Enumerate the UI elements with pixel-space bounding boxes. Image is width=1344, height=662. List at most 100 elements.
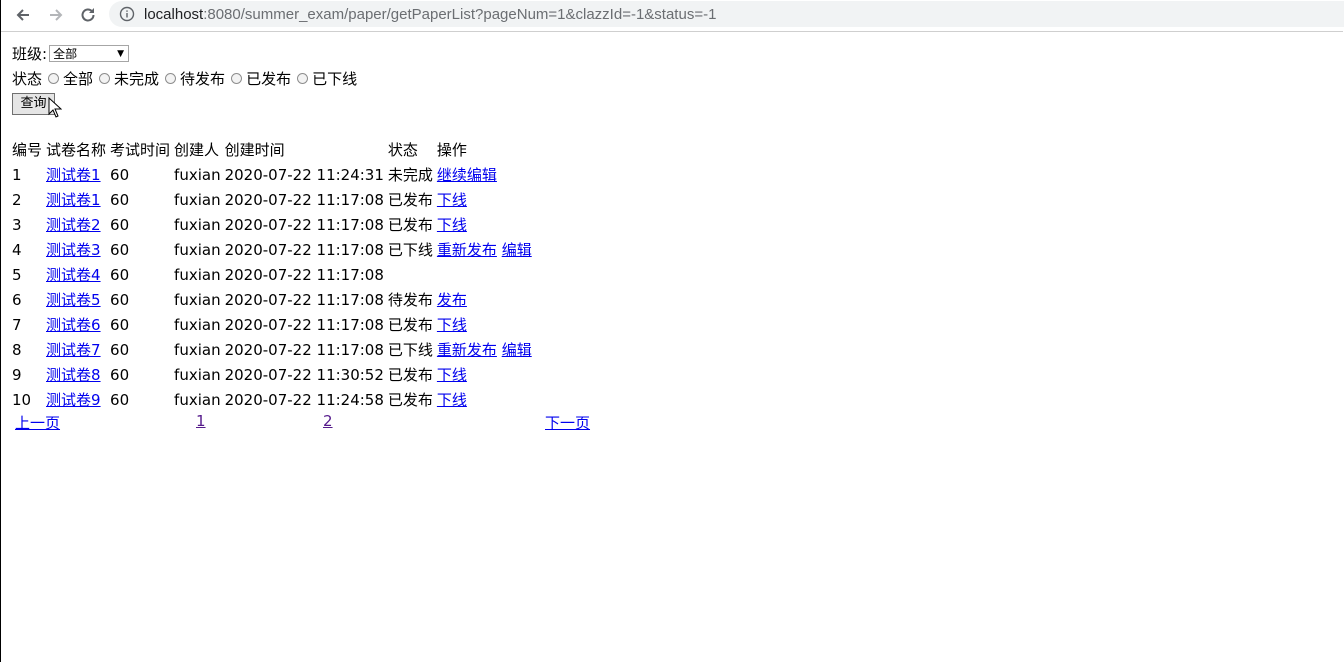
status-radio[interactable] xyxy=(165,73,177,84)
status-radio[interactable] xyxy=(231,73,243,84)
url-text[interactable]: localhost:8080/summer_exam/paper/getPape… xyxy=(144,6,716,23)
cell-name: 测试卷9 xyxy=(46,387,110,412)
cell-duration: 60 xyxy=(110,240,130,259)
cell-id: 8 xyxy=(12,340,22,359)
cell-created: 2020-07-22 11:17:08 xyxy=(224,265,384,284)
header-status: 状态 xyxy=(387,141,418,159)
url-path: :8080/summer_exam/paper/getPaperList?pag… xyxy=(203,5,717,23)
action-link[interactable]: 继续编辑 xyxy=(437,166,497,184)
cell-created: 2020-07-22 11:17:08 xyxy=(224,290,384,309)
info-icon[interactable] xyxy=(119,6,135,22)
header-created: 创建时间 xyxy=(224,141,285,159)
status-radio[interactable] xyxy=(99,73,111,84)
cell-duration: 60 xyxy=(110,390,130,409)
cell-actions: 发布 xyxy=(437,287,536,312)
cell-creator: fuxian xyxy=(174,240,221,259)
paper-name-link[interactable]: 测试卷3 xyxy=(46,241,101,259)
action-link[interactable]: 编辑 xyxy=(502,241,532,259)
paper-name-link[interactable]: 测试卷4 xyxy=(46,266,101,284)
clazz-select[interactable]: 全部 ▼ xyxy=(49,45,130,62)
table-row: 7 测试卷6 60 fuxian 2020-07-22 11:17:08 已发布 下线 xyxy=(12,312,536,337)
reload-button[interactable] xyxy=(76,3,100,27)
status-option-label: 全部 xyxy=(63,70,94,88)
cell-status: 待发布 xyxy=(387,291,433,309)
paper-name-link[interactable]: 测试卷9 xyxy=(46,391,101,409)
cell-created: 2020-07-22 11:17:08 xyxy=(224,315,384,334)
header-creator: 创建人 xyxy=(174,141,220,159)
table-row: 1 测试卷1 60 fuxian 2020-07-22 11:24:31 未完成 继续编辑 xyxy=(12,162,536,187)
cell-created: 2020-07-22 11:24:58 xyxy=(224,390,384,409)
header-name: 试卷名称 xyxy=(46,141,107,159)
action-link[interactable]: 下线 xyxy=(437,391,467,409)
action-link[interactable]: 编辑 xyxy=(502,341,532,359)
status-option-pending[interactable]: 待发布 xyxy=(159,68,225,89)
cell-actions: 下线 xyxy=(437,212,536,237)
action-link[interactable]: 下线 xyxy=(437,366,467,384)
reload-icon xyxy=(81,8,95,22)
cell-name: 测试卷3 xyxy=(46,237,110,262)
clazz-filter: 班级: 全部 ▼ xyxy=(12,43,130,64)
cell-duration: 60 xyxy=(110,290,130,309)
forward-arrow-icon xyxy=(50,9,63,21)
paper-name-link[interactable]: 测试卷1 xyxy=(46,191,101,209)
status-option-label: 未完成 xyxy=(114,70,160,88)
table-row: 4 测试卷3 60 fuxian 2020-07-22 11:17:08 已下线 重新发布 … xyxy=(12,237,536,262)
cell-creator: fuxian xyxy=(174,340,221,359)
paper-name-link[interactable]: 测试卷1 xyxy=(46,166,101,184)
paper-name-link[interactable]: 测试卷5 xyxy=(46,291,101,309)
action-link[interactable]: 重新发布 xyxy=(437,241,497,259)
action-link[interactable]: 发布 xyxy=(437,291,467,309)
status-option-incomplete[interactable]: 未完成 xyxy=(93,68,159,89)
clazz-selected-value: 全部 xyxy=(53,47,78,61)
cell-actions: 继续编辑 xyxy=(437,162,536,187)
status-radio[interactable] xyxy=(297,73,309,84)
status-option-published[interactable]: 已发布 xyxy=(225,68,291,89)
table-body: 1 测试卷1 60 fuxian 2020-07-22 11:24:31 未完成 继续编辑 2… xyxy=(12,162,536,412)
status-option-label: 待发布 xyxy=(180,70,226,88)
paper-name-link[interactable]: 测试卷6 xyxy=(46,316,101,334)
status-option-offline[interactable]: 已下线 xyxy=(291,68,357,89)
back-arrow-icon xyxy=(16,9,29,21)
address-bar[interactable]: localhost:8080/summer_exam/paper/getPape… xyxy=(109,1,1344,27)
action-link[interactable]: 下线 xyxy=(437,216,467,234)
cell-status: 未完成 xyxy=(387,166,433,184)
action-link[interactable]: 下线 xyxy=(437,191,467,209)
table-row: 9 测试卷8 60 fuxian 2020-07-22 11:30:52 已发布 下线 xyxy=(12,362,536,387)
dropdown-arrow-icon: ▼ xyxy=(117,49,125,59)
status-option-all[interactable]: 全部 xyxy=(42,68,93,89)
cell-id: 9 xyxy=(12,365,22,384)
back-button[interactable] xyxy=(11,3,35,27)
cell-duration: 60 xyxy=(110,265,130,284)
cell-id: 5 xyxy=(12,265,22,284)
action-link[interactable]: 下线 xyxy=(437,316,467,334)
cell-status: 已发布 xyxy=(387,366,433,384)
status-radio[interactable] xyxy=(48,73,60,84)
cell-id: 1 xyxy=(12,165,22,184)
paper-name-link[interactable]: 测试卷8 xyxy=(46,366,101,384)
paper-table: 编号 试卷名称 考试时间 创建人 创建时间 状态 操作 1 测试卷1 60 fuxia… xyxy=(12,137,536,412)
cell-duration: 60 xyxy=(110,165,130,184)
cell-id: 10 xyxy=(12,390,32,409)
paper-name-link[interactable]: 测试卷7 xyxy=(46,341,101,359)
cell-status: 已下线 xyxy=(387,341,433,359)
cell-status xyxy=(388,262,437,287)
pagination: 上一页 1 2 下一页 xyxy=(12,412,612,434)
status-option-label: 已下线 xyxy=(312,70,358,88)
forward-button[interactable] xyxy=(44,3,68,27)
page-link-1[interactable]: 1 xyxy=(196,412,206,430)
action-link[interactable]: 重新发布 xyxy=(437,341,497,359)
cell-creator: fuxian xyxy=(174,390,221,409)
page-link-2[interactable]: 2 xyxy=(323,412,333,430)
cell-created: 2020-07-22 11:17:08 xyxy=(224,190,384,209)
cell-created: 2020-07-22 11:24:31 xyxy=(224,165,384,184)
cell-creator: fuxian xyxy=(174,315,221,334)
cell-actions: 下线 xyxy=(437,387,536,412)
header-duration: 考试时间 xyxy=(110,141,171,159)
cell-status: 已发布 xyxy=(387,391,433,409)
url-host: localhost xyxy=(144,5,204,23)
next-page-link[interactable]: 下一页 xyxy=(545,412,590,433)
cell-name: 测试卷1 xyxy=(46,187,110,212)
prev-page-link[interactable]: 上一页 xyxy=(15,412,60,433)
paper-name-link[interactable]: 测试卷2 xyxy=(46,216,101,234)
table-row: 6 测试卷5 60 fuxian 2020-07-22 11:17:08 待发布 发布 xyxy=(12,287,536,312)
